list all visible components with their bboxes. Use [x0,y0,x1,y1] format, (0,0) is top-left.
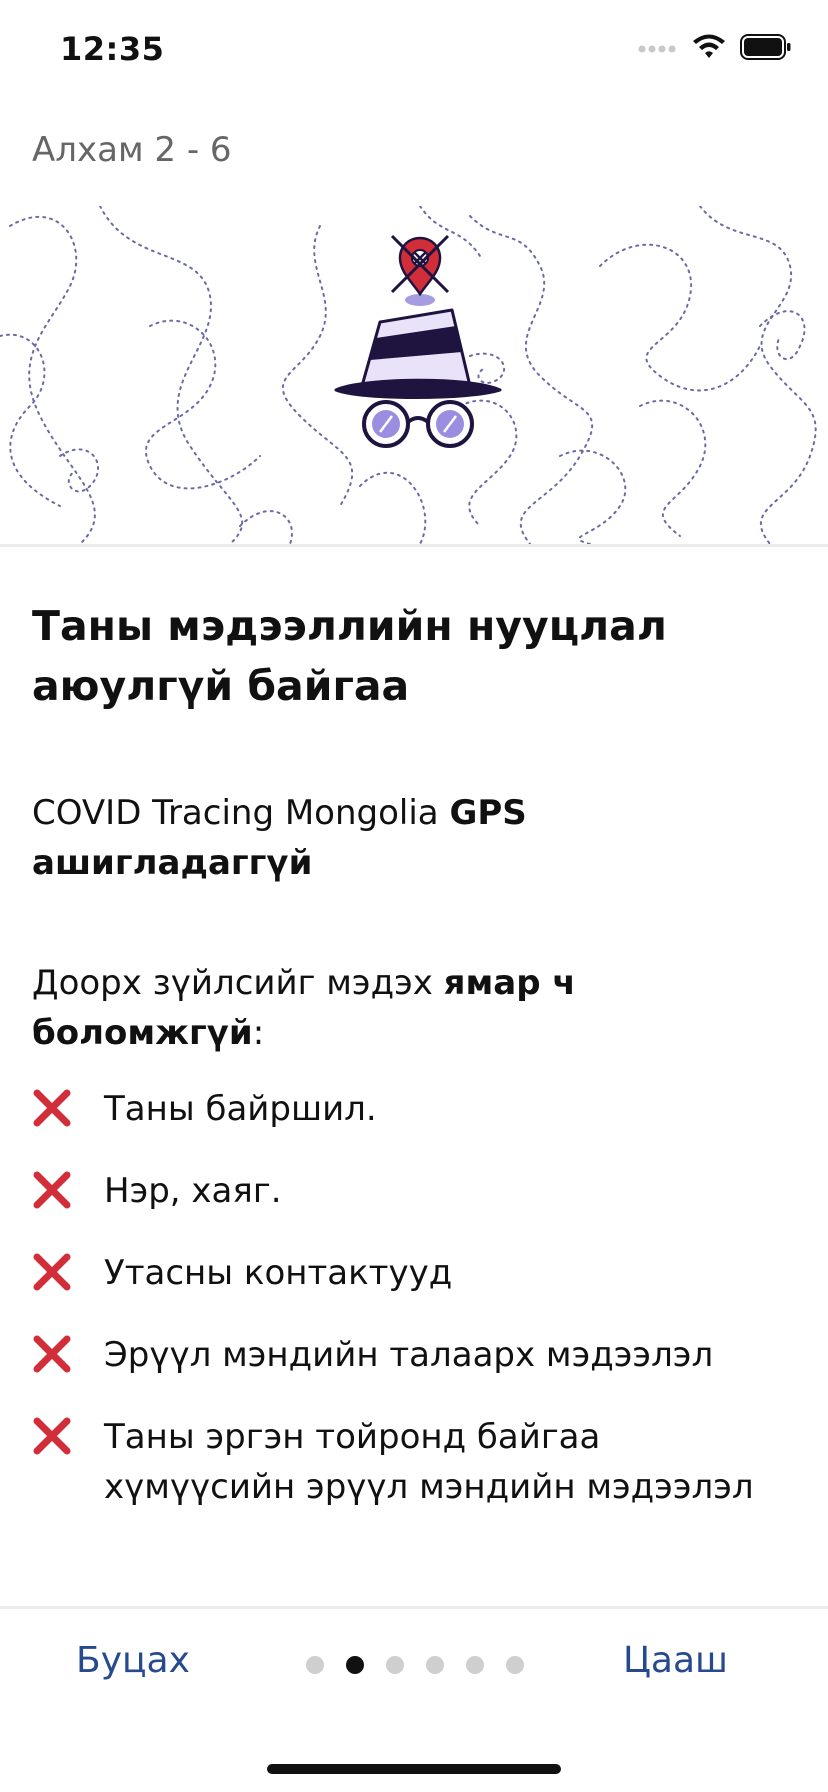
cellular-signal-icon [638,45,676,53]
content: Таны мэдээллийн нууцлал аюулгүй байгаа C… [32,596,802,1544]
status-icons [638,34,792,60]
page-dot [426,1656,444,1674]
list-item-text: Таны байршил. [104,1089,377,1129]
next-button[interactable]: Цааш [623,1640,728,1681]
detective-hat-glasses-icon [334,308,502,448]
divider [0,544,828,547]
x-mark-icon [32,1084,104,1132]
list-item-text: Нэр, хаяг. [104,1171,282,1211]
page-indicator [306,1656,524,1674]
page-dot [306,1656,324,1674]
list-item-text: Эрүүл мэндийн талаарх мэдээлэл [104,1335,714,1375]
wifi-icon [693,34,725,58]
home-indicator[interactable] [267,1764,561,1774]
divider [0,1606,828,1609]
list-item: Эрүүл мэндийн талаарх мэдээлэл [32,1330,802,1380]
x-mark-icon [32,1412,104,1460]
unknown-info-intro: Доорх зүйлсийг мэдэх ямар ч боломжгүй: [32,958,802,1058]
list-item: Утасны контактууд [32,1248,802,1298]
status-bar: 12:35 [0,0,828,100]
x-mark-icon [32,1166,104,1214]
list-item-text: Таны эргэн тойронд байгаа хүмүүсийн эрүү… [104,1417,754,1507]
page-dot [466,1656,484,1674]
gps-statement-text: COVID Tracing Mongolia [32,793,450,833]
unknown-info-text: Доорх зүйлсийг мэдэх [32,963,444,1003]
unknown-info-suffix: : [252,1013,265,1053]
privacy-illustration [0,206,817,544]
list-item: Нэр, хаяг. [32,1166,802,1216]
back-button[interactable]: Буцах [76,1640,190,1681]
page-title: Таны мэдээллийн нууцлал аюулгүй байгаа [32,602,667,710]
list-item: Таны байршил. [32,1084,802,1134]
battery-icon [740,34,791,60]
x-mark-icon [32,1330,104,1378]
x-mark-icon [32,1248,104,1296]
list-item-text: Утасны контактууд [104,1253,453,1293]
page-dot-active [346,1656,364,1674]
status-time: 12:35 [60,30,165,68]
page-dot [386,1656,404,1674]
list-item: Таны эргэн тойронд байгаа хүмүүсийн эрүү… [32,1412,802,1512]
unknown-info-list: Таны байршил. Нэр, хаяг. Утасны контакту… [32,1084,802,1512]
gps-statement: COVID Tracing Mongolia GPS ашигладаггүй [32,788,802,888]
step-indicator: Алхам 2 - 6 [32,130,232,170]
page-dot [506,1656,524,1674]
location-pin-crossed-icon [390,234,450,306]
